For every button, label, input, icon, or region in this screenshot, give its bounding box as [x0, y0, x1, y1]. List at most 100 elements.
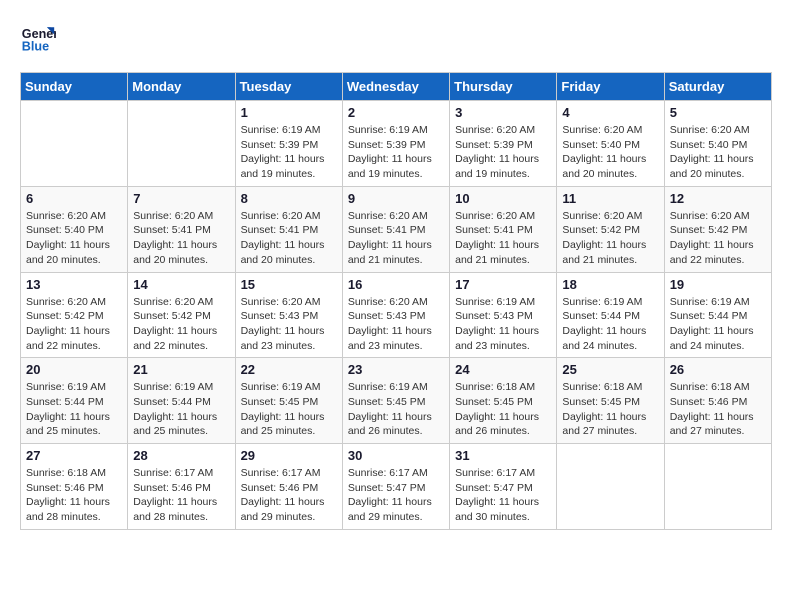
day-header-tuesday: Tuesday [235, 73, 342, 101]
calendar-cell: 27Sunrise: 6:18 AM Sunset: 5:46 PM Dayli… [21, 444, 128, 530]
calendar-cell: 22 Sunrise: 6:19 AM Sunset: 5:45 PM Dayli… [235, 358, 342, 444]
day-number: 11 [562, 191, 658, 206]
day-number: 9 [348, 191, 444, 206]
calendar-cell: 30Sunrise: 6:17 AM Sunset: 5:47 PM Dayli… [342, 444, 449, 530]
day-info: Sunrise: 6:20 AM Sunset: 5:42 PM Dayligh… [26, 295, 122, 354]
calendar-cell: 9 Sunrise: 6:20 AM Sunset: 5:41 PM Daylig… [342, 186, 449, 272]
calendar-cell: 24 Sunrise: 6:18 AM Sunset: 5:45 PM Dayli… [450, 358, 557, 444]
week-row-3: 13 Sunrise: 6:20 AM Sunset: 5:42 PM Dayli… [21, 272, 772, 358]
day-number: 4 [562, 105, 658, 120]
svg-text:Blue: Blue [22, 40, 49, 54]
day-header-friday: Friday [557, 73, 664, 101]
day-info: Sunrise: 6:20 AM Sunset: 5:42 PM Dayligh… [133, 295, 229, 354]
day-number: 5 [670, 105, 766, 120]
day-info: Sunrise: 6:20 AM Sunset: 5:42 PM Dayligh… [670, 209, 766, 268]
day-number: 8 [241, 191, 337, 206]
day-number: 18 [562, 277, 658, 292]
day-number: 31 [455, 448, 551, 463]
logo: General Blue [20, 20, 60, 56]
day-number: 24 [455, 362, 551, 377]
calendar-cell: 29Sunrise: 6:17 AM Sunset: 5:46 PM Dayli… [235, 444, 342, 530]
day-number: 2 [348, 105, 444, 120]
day-info: Sunrise: 6:19 AM Sunset: 5:39 PM Dayligh… [348, 123, 444, 182]
logo-icon: General Blue [20, 20, 56, 56]
day-header-wednesday: Wednesday [342, 73, 449, 101]
calendar-cell: 3Sunrise: 6:20 AM Sunset: 5:39 PM Daylig… [450, 101, 557, 187]
day-info: Sunrise: 6:18 AM Sunset: 5:45 PM Dayligh… [455, 380, 551, 439]
day-number: 7 [133, 191, 229, 206]
calendar-cell: 14 Sunrise: 6:20 AM Sunset: 5:42 PM Dayli… [128, 272, 235, 358]
day-header-monday: Monday [128, 73, 235, 101]
day-info: Sunrise: 6:19 AM Sunset: 5:44 PM Dayligh… [26, 380, 122, 439]
calendar-cell: 19 Sunrise: 6:19 AM Sunset: 5:44 PM Dayli… [664, 272, 771, 358]
day-number: 3 [455, 105, 551, 120]
calendar-cell: 15 Sunrise: 6:20 AM Sunset: 5:43 PM Dayli… [235, 272, 342, 358]
calendar-cell [128, 101, 235, 187]
day-number: 16 [348, 277, 444, 292]
day-info: Sunrise: 6:18 AM Sunset: 5:46 PM Dayligh… [670, 380, 766, 439]
day-number: 6 [26, 191, 122, 206]
calendar-cell: 31Sunrise: 6:17 AM Sunset: 5:47 PM Dayli… [450, 444, 557, 530]
day-number: 12 [670, 191, 766, 206]
day-number: 19 [670, 277, 766, 292]
day-info: Sunrise: 6:18 AM Sunset: 5:45 PM Dayligh… [562, 380, 658, 439]
calendar-cell: 23 Sunrise: 6:19 AM Sunset: 5:45 PM Dayli… [342, 358, 449, 444]
day-info: Sunrise: 6:19 AM Sunset: 5:39 PM Dayligh… [241, 123, 337, 182]
calendar-cell [21, 101, 128, 187]
day-info: Sunrise: 6:20 AM Sunset: 5:40 PM Dayligh… [670, 123, 766, 182]
calendar-cell: 16 Sunrise: 6:20 AM Sunset: 5:43 PM Dayli… [342, 272, 449, 358]
day-header-saturday: Saturday [664, 73, 771, 101]
day-number: 14 [133, 277, 229, 292]
calendar-cell: 7 Sunrise: 6:20 AM Sunset: 5:41 PM Daylig… [128, 186, 235, 272]
calendar-cell: 17 Sunrise: 6:19 AM Sunset: 5:43 PM Dayli… [450, 272, 557, 358]
day-info: Sunrise: 6:19 AM Sunset: 5:43 PM Dayligh… [455, 295, 551, 354]
day-number: 13 [26, 277, 122, 292]
day-info: Sunrise: 6:17 AM Sunset: 5:46 PM Dayligh… [133, 466, 229, 525]
week-row-5: 27Sunrise: 6:18 AM Sunset: 5:46 PM Dayli… [21, 444, 772, 530]
day-info: Sunrise: 6:20 AM Sunset: 5:41 PM Dayligh… [348, 209, 444, 268]
day-info: Sunrise: 6:19 AM Sunset: 5:45 PM Dayligh… [241, 380, 337, 439]
calendar-cell: 28 Sunrise: 6:17 AM Sunset: 5:46 PM Dayli… [128, 444, 235, 530]
day-info: Sunrise: 6:20 AM Sunset: 5:40 PM Dayligh… [562, 123, 658, 182]
calendar-cell: 10Sunrise: 6:20 AM Sunset: 5:41 PM Dayli… [450, 186, 557, 272]
calendar-cell [664, 444, 771, 530]
week-row-1: 1 Sunrise: 6:19 AM Sunset: 5:39 PM Daylig… [21, 101, 772, 187]
calendar-cell: 1 Sunrise: 6:19 AM Sunset: 5:39 PM Daylig… [235, 101, 342, 187]
calendar-cell: 25 Sunrise: 6:18 AM Sunset: 5:45 PM Dayli… [557, 358, 664, 444]
week-row-4: 20 Sunrise: 6:19 AM Sunset: 5:44 PM Dayli… [21, 358, 772, 444]
day-info: Sunrise: 6:18 AM Sunset: 5:46 PM Dayligh… [26, 466, 122, 525]
day-info: Sunrise: 6:20 AM Sunset: 5:41 PM Dayligh… [455, 209, 551, 268]
calendar-cell: 4 Sunrise: 6:20 AM Sunset: 5:40 PM Daylig… [557, 101, 664, 187]
day-info: Sunrise: 6:20 AM Sunset: 5:40 PM Dayligh… [26, 209, 122, 268]
day-info: Sunrise: 6:20 AM Sunset: 5:43 PM Dayligh… [241, 295, 337, 354]
day-number: 26 [670, 362, 766, 377]
calendar-table: SundayMondayTuesdayWednesdayThursdayFrid… [20, 72, 772, 530]
day-number: 20 [26, 362, 122, 377]
day-info: Sunrise: 6:19 AM Sunset: 5:44 PM Dayligh… [670, 295, 766, 354]
calendar-cell: 12 Sunrise: 6:20 AM Sunset: 5:42 PM Dayli… [664, 186, 771, 272]
day-number: 28 [133, 448, 229, 463]
day-number: 22 [241, 362, 337, 377]
week-row-2: 6 Sunrise: 6:20 AM Sunset: 5:40 PM Daylig… [21, 186, 772, 272]
day-info: Sunrise: 6:20 AM Sunset: 5:41 PM Dayligh… [133, 209, 229, 268]
day-number: 30 [348, 448, 444, 463]
day-info: Sunrise: 6:19 AM Sunset: 5:45 PM Dayligh… [348, 380, 444, 439]
day-number: 1 [241, 105, 337, 120]
day-number: 25 [562, 362, 658, 377]
day-info: Sunrise: 6:20 AM Sunset: 5:41 PM Dayligh… [241, 209, 337, 268]
calendar-cell: 21Sunrise: 6:19 AM Sunset: 5:44 PM Dayli… [128, 358, 235, 444]
day-number: 17 [455, 277, 551, 292]
calendar-cell [557, 444, 664, 530]
calendar-cell: 13 Sunrise: 6:20 AM Sunset: 5:42 PM Dayli… [21, 272, 128, 358]
calendar-cell: 2 Sunrise: 6:19 AM Sunset: 5:39 PM Daylig… [342, 101, 449, 187]
calendar-cell: 6 Sunrise: 6:20 AM Sunset: 5:40 PM Daylig… [21, 186, 128, 272]
day-number: 15 [241, 277, 337, 292]
day-info: Sunrise: 6:17 AM Sunset: 5:46 PM Dayligh… [241, 466, 337, 525]
day-info: Sunrise: 6:19 AM Sunset: 5:44 PM Dayligh… [562, 295, 658, 354]
calendar-cell: 8 Sunrise: 6:20 AM Sunset: 5:41 PM Daylig… [235, 186, 342, 272]
day-info: Sunrise: 6:19 AM Sunset: 5:44 PM Dayligh… [133, 380, 229, 439]
day-info: Sunrise: 6:20 AM Sunset: 5:43 PM Dayligh… [348, 295, 444, 354]
page-header: General Blue [20, 20, 772, 56]
day-info: Sunrise: 6:20 AM Sunset: 5:42 PM Dayligh… [562, 209, 658, 268]
day-number: 23 [348, 362, 444, 377]
